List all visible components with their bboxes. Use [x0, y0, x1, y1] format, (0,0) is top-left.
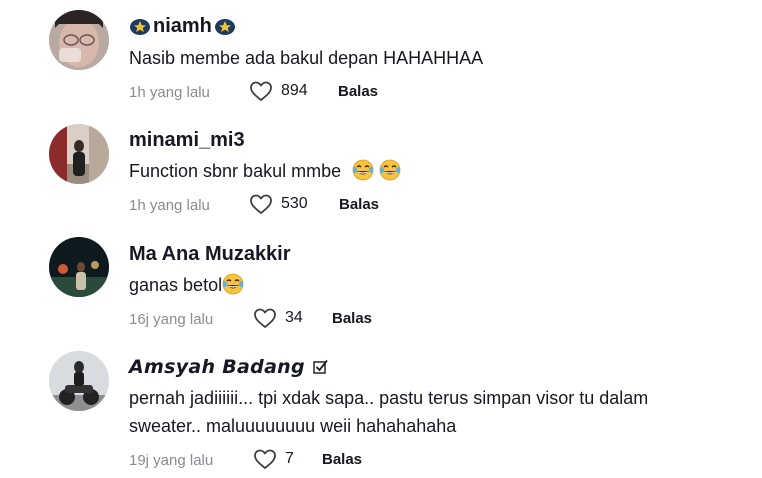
like-button[interactable]: 894: [249, 80, 308, 102]
comment-meta: 1h yang lalu: [129, 193, 210, 217]
comment-text: Nasib membe ada bakul depan HAHAHHAA: [129, 48, 484, 68]
username-text: 𝘼𝙢𝙨𝙮𝙖𝙝 𝘽𝙖𝙙𝙖𝙣𝙜: [129, 356, 305, 378]
avatar-image: [49, 237, 109, 297]
username-text: niamh: [153, 15, 212, 37]
avatar[interactable]: [49, 124, 109, 184]
tears-of-joy-emoji: [379, 159, 401, 181]
like-button[interactable]: 7: [253, 448, 294, 470]
tears-of-joy-emoji: [352, 159, 374, 181]
heart-outline-icon[interactable]: [249, 193, 273, 215]
heart-outline-icon[interactable]: [253, 448, 277, 470]
avatar-image: [49, 10, 109, 70]
comment-time: 1h yang lalu: [129, 196, 210, 214]
heart-outline-icon[interactable]: [249, 80, 273, 102]
username-text: Ma Ana Muzakkir: [129, 243, 291, 265]
comment-text: pernah jadiiiiii... tpi xdak sapa.. past…: [129, 388, 649, 436]
avatar-image: [49, 124, 109, 184]
reply-button[interactable]: Balas: [332, 310, 372, 327]
comment-text: Function sbnr bakul mmbe: [129, 157, 401, 185]
comment-meta: 16j yang lalu: [129, 307, 213, 331]
like-count: 894: [281, 82, 308, 99]
username-text: minami_mi3: [129, 129, 245, 151]
avatar-image: [49, 351, 109, 411]
avatar[interactable]: [49, 237, 109, 297]
comment-time: 19j yang lalu: [129, 451, 214, 469]
star-badge-icon: [130, 18, 150, 35]
username[interactable]: Ma Ana Muzakkir: [129, 243, 291, 266]
comment-time: 16j yang lalu: [129, 310, 214, 328]
username[interactable]: minami_mi3: [129, 129, 245, 152]
like-count: 530: [281, 195, 308, 212]
username[interactable]: 𝘼𝙢𝙨𝙮𝙖𝙝 𝘽𝙖𝙙𝙖𝙣𝙜: [129, 356, 329, 378]
comment-text: ganas betol: [129, 271, 244, 299]
comment-meta: 1h yang lalu: [129, 80, 210, 104]
comment-meta: 19j yang lalu: [129, 448, 213, 472]
like-count: 7: [285, 450, 294, 467]
comment-time: 1h yang lalu: [129, 83, 210, 101]
like-count: 34: [285, 309, 303, 326]
avatar[interactable]: [49, 351, 109, 411]
reply-button[interactable]: Balas: [338, 83, 378, 100]
heart-outline-icon[interactable]: [253, 307, 277, 329]
avatar[interactable]: [49, 10, 109, 70]
checkbox-icon: [313, 359, 328, 374]
like-button[interactable]: 530: [249, 193, 308, 215]
username[interactable]: niamh: [129, 15, 236, 38]
star-badge-icon: [214, 18, 235, 35]
like-button[interactable]: 34: [253, 307, 303, 329]
reply-button[interactable]: Balas: [339, 196, 379, 213]
reply-button[interactable]: Balas: [322, 451, 362, 468]
tears-of-joy-emoji: [222, 273, 244, 295]
